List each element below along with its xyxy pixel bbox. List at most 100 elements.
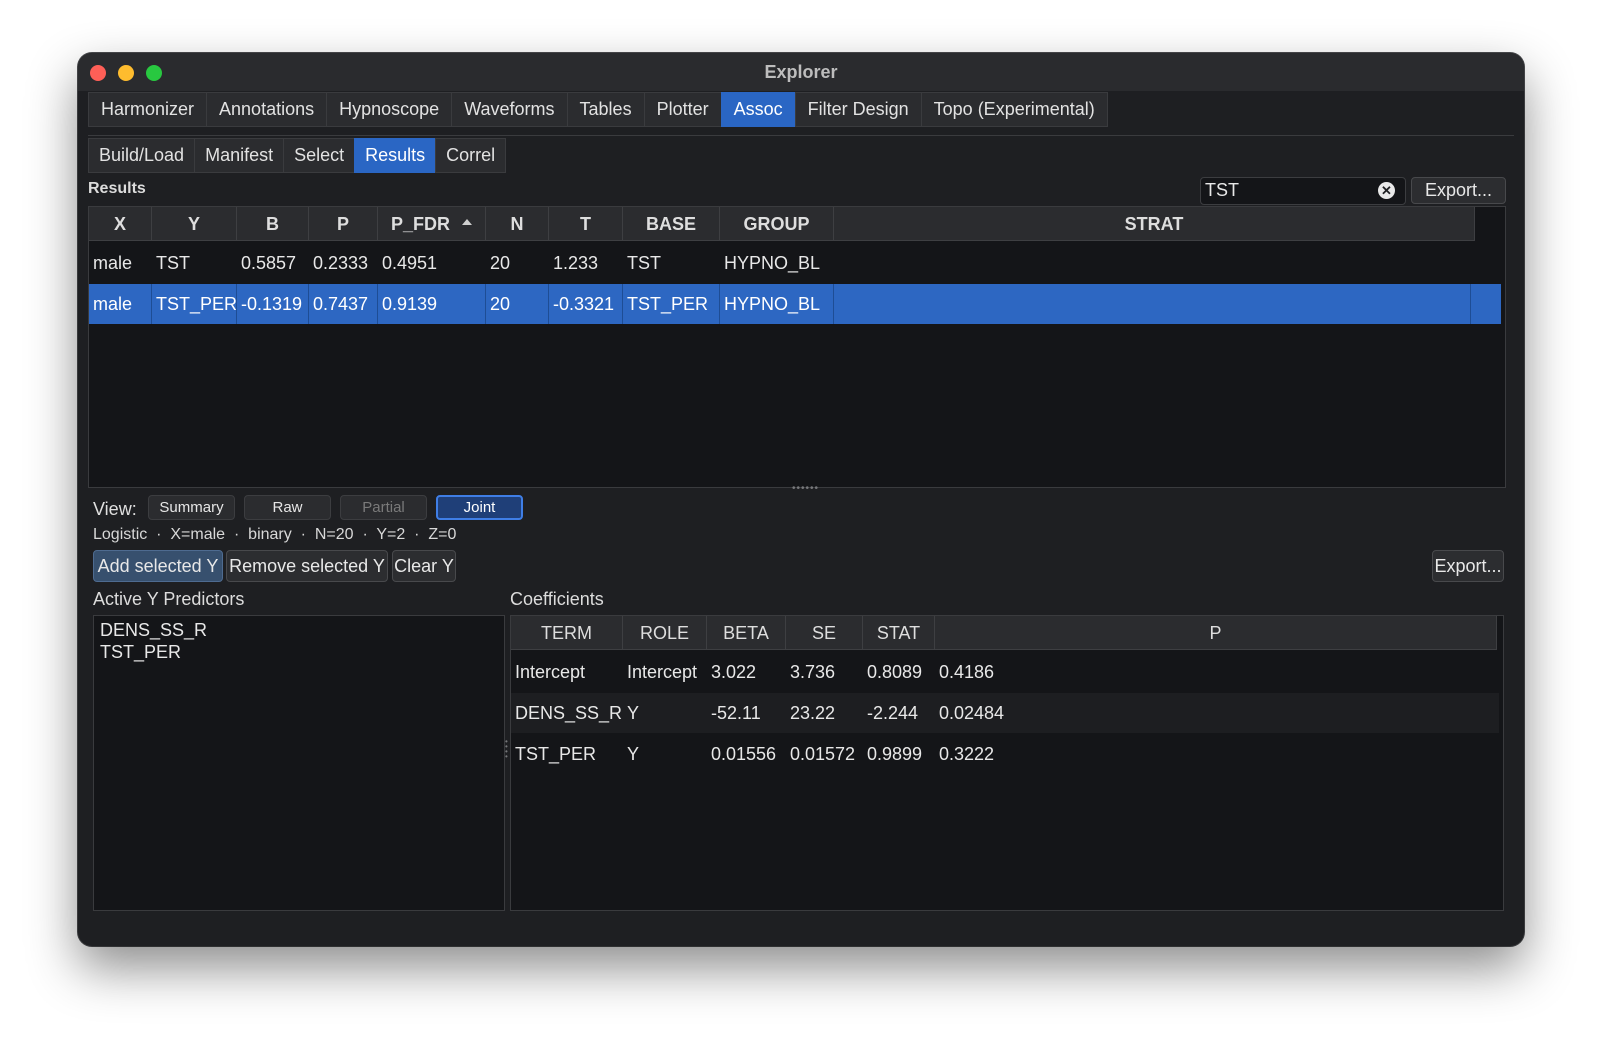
tab-divider xyxy=(88,135,1514,136)
cell-term: DENS_SS_R xyxy=(515,703,623,723)
predictors-export-button[interactable]: Export... xyxy=(1432,550,1504,582)
sort-ascending-icon xyxy=(462,219,472,226)
cell-p: 0.3222 xyxy=(939,744,995,764)
subtab-build-load[interactable]: Build/Load xyxy=(88,138,196,173)
results-col-b[interactable]: B xyxy=(237,207,309,241)
tab-tables[interactable]: Tables xyxy=(566,92,645,127)
view-partial-button: Partial xyxy=(340,495,427,520)
coef-col-stat[interactable]: STAT xyxy=(863,616,935,650)
column-label: P xyxy=(336,214,349,234)
tab-filter-design[interactable]: Filter Design xyxy=(794,92,922,127)
results-col-p[interactable]: P xyxy=(309,207,378,241)
cell-role: Y xyxy=(627,703,640,723)
cell-beta: 3.022 xyxy=(711,662,757,682)
tab-assoc[interactable]: Assoc xyxy=(720,92,796,127)
tab-topo-experimental[interactable]: Topo (Experimental) xyxy=(920,92,1108,127)
cell-n: 20 xyxy=(490,253,511,273)
subtab-results[interactable]: Results xyxy=(354,138,437,173)
tab-waveforms[interactable]: Waveforms xyxy=(451,92,568,127)
results-table: X Y B P P_FDR N T BASE GROUP STRAT male TST 0.5857 0.… xyxy=(88,206,1506,488)
column-label: BASE xyxy=(645,214,696,234)
results-filter-input[interactable]: TST ✕ xyxy=(1200,177,1406,205)
tab-harmonizer[interactable]: Harmonizer xyxy=(88,92,208,127)
column-label: N xyxy=(510,214,524,234)
table-row[interactable]: TST_PER Y 0.01556 0.01572 0.9899 0.3222 xyxy=(511,734,1499,774)
table-row[interactable]: DENS_SS_R Y -52.11 23.22 -2.244 0.02484 xyxy=(511,693,1499,733)
table-row[interactable]: male TST_PER -0.1319 0.7437 0.9139 20 -0.3321 T… xyxy=(89,284,1501,324)
cell-term: Intercept xyxy=(515,662,586,682)
cell-p: 0.7437 xyxy=(309,284,378,324)
explorer-window: Explorer Harmonizer Annotations Hypnoscope… xyxy=(78,53,1524,946)
coef-col-se[interactable]: SE xyxy=(786,616,863,650)
list-item[interactable]: DENS_SS_R xyxy=(100,620,207,641)
cell-x: male xyxy=(93,253,133,273)
view-joint-button[interactable]: Joint xyxy=(436,495,523,520)
main-tab-bar: Harmonizer Annotations Hypnoscope Waveforms… xyxy=(88,92,1108,127)
column-label: Y xyxy=(187,214,200,234)
cell-p-fdr: 0.4951 xyxy=(382,253,438,273)
cell-p-fdr: 0.9139 xyxy=(378,284,486,324)
title-bar: Explorer xyxy=(78,53,1524,91)
tab-hypnoscope[interactable]: Hypnoscope xyxy=(326,92,453,127)
results-col-base[interactable]: BASE xyxy=(623,207,720,241)
list-item[interactable]: TST_PER xyxy=(100,642,181,663)
cell-y: TST_PER xyxy=(152,284,237,324)
cell-stat: -2.244 xyxy=(867,703,919,723)
cell-x: male xyxy=(89,284,152,324)
results-col-y[interactable]: Y xyxy=(152,207,237,241)
cell-p: 0.4186 xyxy=(939,662,995,682)
coef-col-term[interactable]: TERM xyxy=(511,616,623,650)
column-label: STRAT xyxy=(1124,214,1184,234)
coef-col-p[interactable]: P xyxy=(935,616,1497,650)
coef-col-beta[interactable]: BETA xyxy=(707,616,786,650)
results-col-group[interactable]: GROUP xyxy=(720,207,834,241)
cell-se: 0.01572 xyxy=(790,744,856,764)
tab-annotations[interactable]: Annotations xyxy=(206,92,328,127)
results-splitter-handle[interactable]: •••••• xyxy=(792,483,819,494)
cell-term: TST_PER xyxy=(515,744,597,764)
results-col-p-fdr[interactable]: P_FDR xyxy=(378,207,486,241)
add-selected-y-button[interactable]: Add selected Y xyxy=(93,550,223,582)
cell-p: 0.02484 xyxy=(939,703,1005,723)
coefficients-table: TERM ROLE BETA SE STAT P Intercept Intercept 3.0… xyxy=(510,615,1504,911)
results-col-n[interactable]: N xyxy=(486,207,549,241)
tab-plotter[interactable]: Plotter xyxy=(643,92,722,127)
subtab-correl[interactable]: Correl xyxy=(435,138,507,173)
results-export-button[interactable]: Export... xyxy=(1411,177,1506,204)
cell-n: 20 xyxy=(486,284,549,324)
sub-tab-bar: Build/Load Manifest Select Results Correl xyxy=(88,138,507,173)
subtab-manifest[interactable]: Manifest xyxy=(194,138,285,173)
remove-selected-y-button[interactable]: Remove selected Y xyxy=(226,550,388,582)
results-col-x[interactable]: X xyxy=(89,207,152,241)
clear-filter-icon[interactable]: ✕ xyxy=(1378,182,1395,199)
results-col-t[interactable]: T xyxy=(549,207,623,241)
cell-beta: -52.11 xyxy=(711,703,761,723)
cell-p: 0.2333 xyxy=(313,253,369,273)
coef-col-role[interactable]: ROLE xyxy=(623,616,707,650)
active-predictors-list[interactable]: DENS_SS_R TST_PER xyxy=(93,615,505,911)
view-label: View: xyxy=(93,499,137,519)
cell-stat: 0.8089 xyxy=(867,662,923,682)
clear-y-button[interactable]: Clear Y xyxy=(392,550,456,582)
cell-b: -0.1319 xyxy=(237,284,309,324)
cell-b: 0.5857 xyxy=(241,253,297,273)
column-label: P_FDR xyxy=(390,214,450,234)
cell-se: 23.22 xyxy=(790,703,836,723)
view-raw-button[interactable]: Raw xyxy=(244,495,331,520)
coefficients-label: Coefficients xyxy=(510,589,604,609)
view-summary-button[interactable]: Summary xyxy=(148,495,235,520)
subtab-select[interactable]: Select xyxy=(283,138,356,173)
cell-role: Intercept xyxy=(627,662,698,682)
active-predictors-label: Active Y Predictors xyxy=(93,589,245,609)
cell-t: 1.233 xyxy=(553,253,599,273)
cell-group: HYPNO_BL xyxy=(720,284,834,324)
cell-base: TST_PER xyxy=(623,284,720,324)
table-row[interactable]: male TST 0.5857 0.2333 0.4951 20 1.233 TST HYPNO… xyxy=(89,243,1505,283)
table-row[interactable]: Intercept Intercept 3.022 3.736 0.8089 0.4186 xyxy=(511,652,1499,692)
column-label: GROUP xyxy=(743,214,810,234)
cell-beta: 0.01556 xyxy=(711,744,777,764)
cell-role: Y xyxy=(627,744,640,764)
column-label: X xyxy=(113,214,126,234)
cell-strat xyxy=(834,284,1471,324)
results-col-strat[interactable]: STRAT xyxy=(834,207,1475,241)
